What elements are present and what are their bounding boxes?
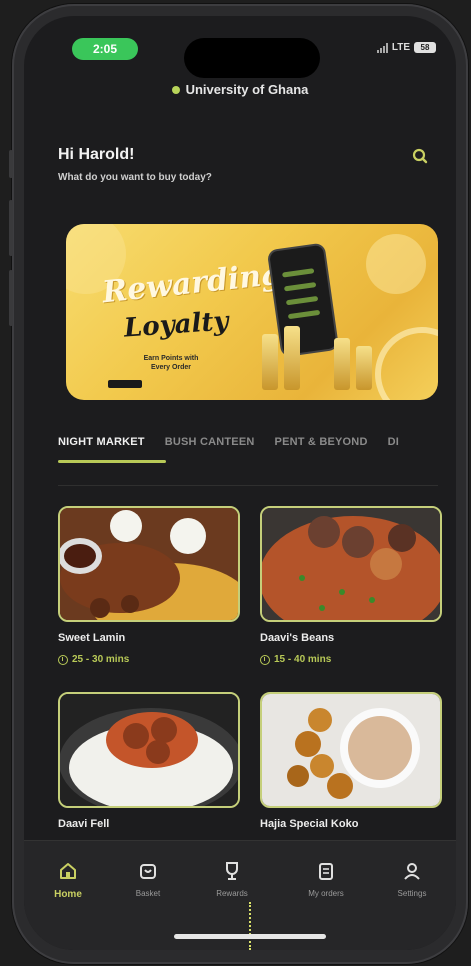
tab-bush-canteen[interactable]: BUSH CANTEEN [165,436,255,448]
signal-icon [376,42,388,53]
vendor-image [58,692,240,808]
dotted-guide-line [249,902,251,950]
nav-settings[interactable]: Settings [376,859,448,898]
banner-tagline: Earn Points with Every Order [143,355,199,371]
nav-label: Rewards [216,889,248,898]
vendor-image [260,506,442,622]
banner-decoration [66,224,438,400]
vendor-card-hajia-special-koko[interactable]: Hajia Special Koko [260,692,442,830]
tab-pent-beyond[interactable]: PENT & BEYOND [275,436,368,448]
delivery-time-value: 15 - 40 mins [274,654,332,665]
coin-stack-graphic [356,346,372,390]
tab-night-market[interactable]: NIGHT MARKET [58,436,145,448]
nav-basket[interactable]: Basket [112,859,184,898]
delivery-time: 15 - 40 mins [260,654,442,665]
status-time: 2:05 [72,38,138,60]
nav-label: My orders [308,889,344,898]
vendor-card-daavi-fell[interactable]: Daavi Fell [58,692,240,830]
vendor-name: Daavi Fell [58,818,110,830]
tab-overflow[interactable]: DI [388,436,399,448]
banner-cta-button[interactable] [108,380,142,388]
user-icon [404,863,420,880]
location-selector[interactable]: University of Ghana [24,82,456,97]
vendor-name: Hajia Special Koko [260,818,359,830]
dynamic-island [184,38,320,78]
vendor-card-sweet-lamin[interactable]: Sweet Lamin 25 - 30 mins [58,506,240,665]
nav-rewards[interactable]: Rewards [196,859,268,898]
tabs-divider [58,485,438,486]
battery-icon: 58 [414,42,436,53]
network-label: LTE [391,42,410,53]
delivery-time: 25 - 30 mins [58,654,240,665]
search-icon [412,148,428,164]
greeting-title: Hi Harold! [58,146,135,163]
vendor-image [260,692,442,808]
coin-stack-graphic [284,326,300,390]
nav-home[interactable]: Home [32,859,104,900]
home-icon [60,863,76,879]
home-indicator[interactable] [174,934,326,939]
greeting-subtitle: What do you want to buy today? [58,172,212,183]
vendor-card-daavis-beans[interactable]: Daavi's Beans 15 - 40 mins [260,506,442,665]
app-screen: 2:05 LTE 58 University of Ghana Hi Harol… [24,16,456,950]
promo-banner[interactable]: Rewarding Loyalty Earn Points with Every… [66,224,438,400]
clock-icon [58,654,68,665]
delivery-time-value: 25 - 30 mins [72,654,130,665]
nav-label: Home [54,889,82,900]
vendor-name: Sweet Lamin [58,632,126,644]
clock-icon [260,654,270,665]
location-name: University of Ghana [185,82,309,97]
greeting: Hi Harold! What do you want to buy today… [58,146,212,183]
orders-icon [319,863,333,880]
vendor-image [58,506,240,622]
nav-my-orders[interactable]: My orders [290,859,362,898]
nav-label: Basket [135,889,161,898]
location-pin-icon [171,85,180,94]
coin-stack-graphic [334,338,350,390]
volume-up-button [9,200,13,256]
category-tabs: NIGHT MARKET BUSH CANTEEN PENT & BEYOND … [58,436,456,448]
coin-stack-graphic [262,334,278,390]
trophy-icon [226,862,238,880]
nav-label: Settings [397,889,427,898]
basket-icon [140,864,156,879]
status-indicators: LTE 58 [376,42,436,53]
search-button[interactable] [408,144,432,168]
active-tab-indicator [58,460,166,463]
mute-switch [9,150,13,178]
volume-down-button [9,270,13,326]
vendor-name: Daavi's Beans [260,632,335,644]
